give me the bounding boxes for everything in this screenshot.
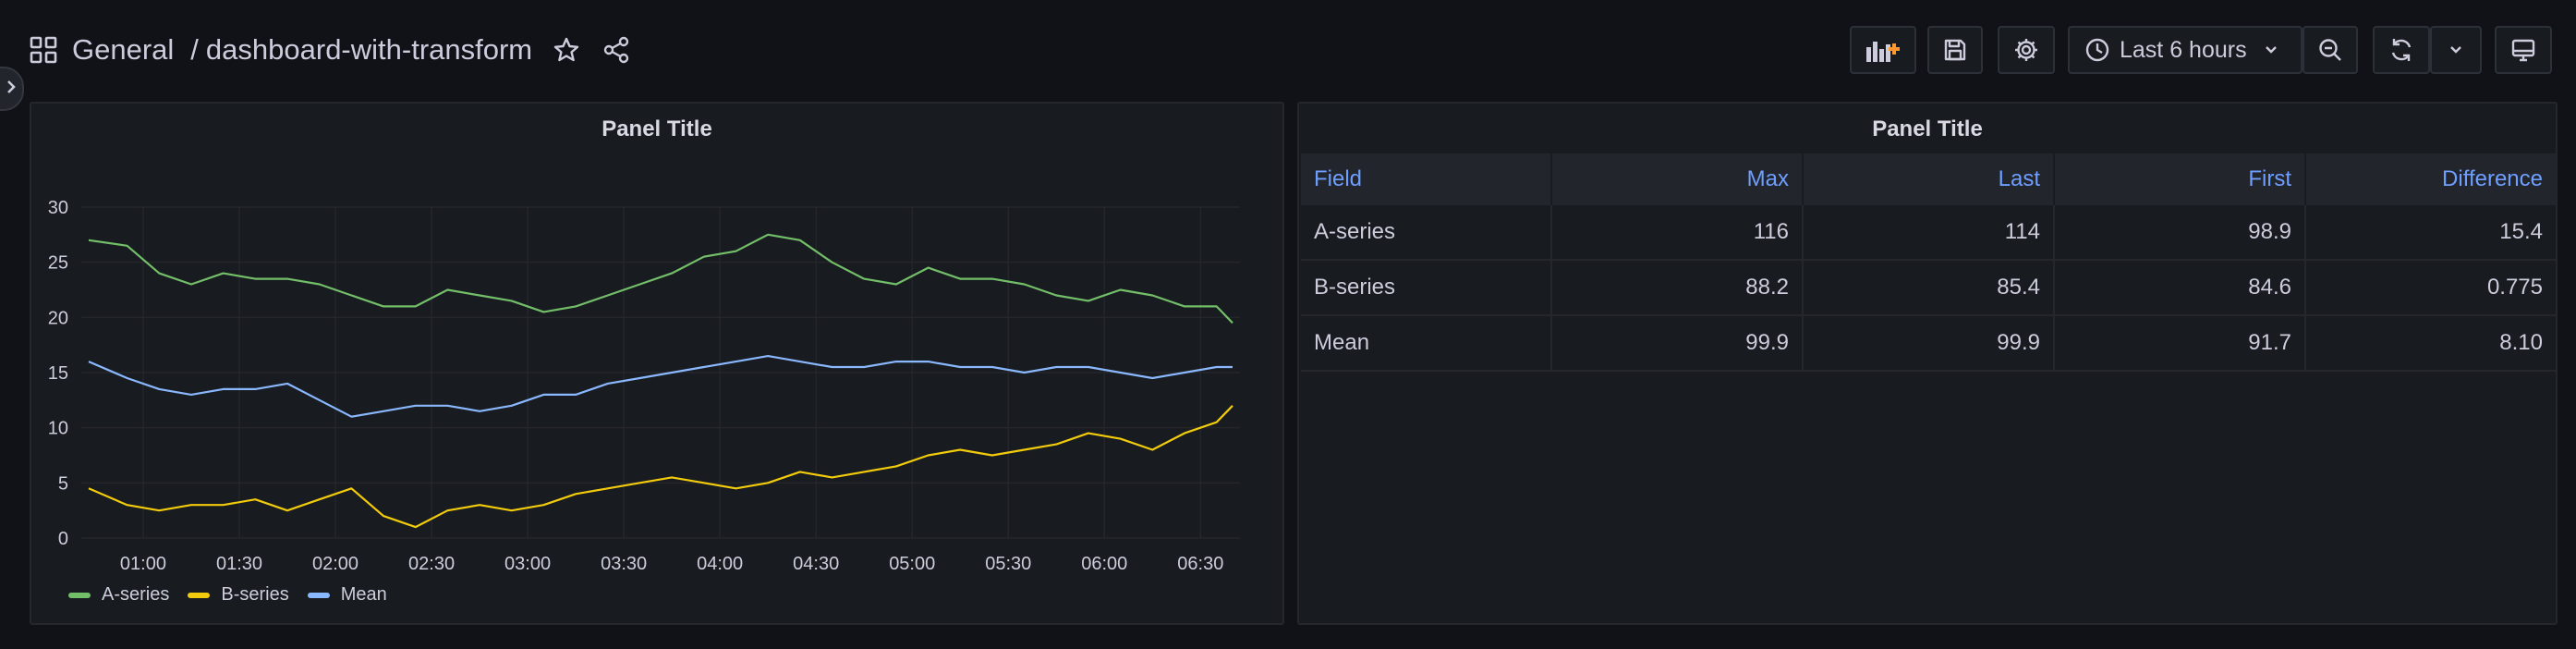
dashboard-title[interactable]: dashboard-with-transform [206, 33, 532, 67]
table-cell: 114 [1803, 205, 2055, 261]
table-cell: 84.6 [2054, 260, 2306, 316]
zoom-out-icon [2316, 36, 2344, 64]
zoom-out-button[interactable] [2303, 26, 2358, 74]
gear-icon [2012, 36, 2040, 64]
column-header-field[interactable]: Field [1301, 153, 1552, 205]
x-tick-label: 04:30 [793, 554, 839, 574]
legend-label: Mean [340, 584, 387, 605]
table-cell: 88.2 [1551, 260, 1804, 316]
panel-title[interactable]: Panel Title [1299, 116, 2556, 142]
table-cell: 8.10 [2305, 315, 2556, 372]
add-panel-icon [1863, 34, 1903, 66]
breadcrumb-folder-link[interactable]: General [72, 33, 174, 67]
y-tick-label: 5 [58, 473, 68, 494]
table-cell: Mean [1301, 315, 1552, 372]
y-tick-label: 25 [48, 253, 68, 274]
table-cell: 99.9 [1803, 315, 2055, 372]
stats-table: Field Max Last First Difference A-series… [1301, 153, 2556, 372]
breadcrumb-separator: / [190, 33, 199, 66]
clock-icon [2084, 37, 2110, 63]
table-cell: 15.4 [2305, 205, 2556, 261]
legend-label: A-series [102, 584, 170, 605]
x-tick-label: 03:30 [601, 554, 647, 574]
tv-mode-button[interactable] [2495, 26, 2552, 74]
table-cell: 116 [1551, 205, 1804, 261]
column-header-max[interactable]: Max [1551, 153, 1804, 205]
legend-item-mean[interactable]: Mean [307, 584, 387, 606]
chevron-down-icon [2262, 41, 2280, 59]
column-header-last[interactable]: Last [1803, 153, 2055, 205]
time-series-panel[interactable]: Panel Title 0 5 10 15 20 25 30 01:00 01:30 02:00… [30, 102, 1284, 625]
mean-line[interactable] [88, 355, 1233, 418]
y-tick-label: 15 [48, 363, 68, 384]
table-row: A-series 116 114 98.9 15.4 [1301, 205, 2556, 261]
table-cell: 0.775 [2305, 260, 2556, 316]
legend-swatch [68, 592, 91, 598]
breadcrumb: General / dashboard-with-transform [28, 30, 632, 70]
table-row: B-series 88.2 85.4 84.6 0.775 [1301, 260, 2556, 316]
x-tick-label: 01:00 [120, 554, 166, 574]
column-header-first[interactable]: First [2054, 153, 2306, 205]
dashboard-grid-icon[interactable] [28, 34, 59, 66]
chart-legend: A-series B-series Mean [68, 584, 406, 606]
table-cell: 99.9 [1551, 315, 1804, 372]
refresh-interval-dropdown[interactable] [2430, 26, 2482, 74]
dashboard-navbar: General / dashboard-with-transform Last … [0, 0, 2576, 96]
a-series-line[interactable] [88, 233, 1233, 324]
x-tick-label: 05:00 [889, 554, 935, 574]
x-tick-label: 02:30 [408, 554, 455, 574]
table-row: Mean 99.9 99.9 91.7 8.10 [1301, 315, 2556, 372]
legend-swatch [307, 592, 330, 598]
chevron-right-icon [6, 78, 22, 101]
legend-swatch [188, 592, 211, 598]
chevron-down-icon [2447, 41, 2465, 59]
table-header-row: Field Max Last First Difference [1301, 153, 2556, 205]
legend-item-a-series[interactable]: A-series [68, 584, 169, 606]
x-tick-label: 04:00 [697, 554, 743, 574]
x-tick-label: 03:00 [504, 554, 551, 574]
panel-title[interactable]: Panel Title [31, 116, 1282, 142]
refresh-icon [2388, 36, 2415, 64]
x-tick-label: 01:30 [216, 554, 262, 574]
b-series-line[interactable] [88, 405, 1233, 529]
column-header-difference[interactable]: Difference [2305, 153, 2556, 205]
legend-label: B-series [221, 584, 289, 605]
tv-icon [2509, 36, 2537, 64]
time-range-label: Last 6 hours [2120, 36, 2247, 63]
table-cell: B-series [1301, 260, 1552, 316]
x-tick-label: 06:30 [1177, 554, 1223, 574]
share-icon[interactable] [601, 34, 632, 66]
x-tick-label: 05:30 [985, 554, 1031, 574]
time-range-picker[interactable]: Last 6 hours [2068, 26, 2303, 74]
dashboard-settings-button[interactable] [1998, 26, 2055, 74]
legend-item-b-series[interactable]: B-series [188, 584, 289, 606]
table-cell: A-series [1301, 205, 1552, 261]
time-series-chart: 0 5 10 15 20 25 30 01:00 01:30 02:00 02:30 03:00 03… [48, 198, 1240, 574]
table-cell: 85.4 [1803, 260, 2055, 316]
x-tick-label: 06:00 [1081, 554, 1127, 574]
x-tick-label: 02:00 [312, 554, 358, 574]
y-tick-label: 30 [48, 198, 68, 218]
y-tick-label: 20 [48, 308, 68, 328]
y-tick-label: 10 [48, 419, 68, 439]
refresh-button[interactable] [2373, 26, 2430, 74]
y-tick-label: 0 [58, 529, 68, 549]
star-icon[interactable] [551, 34, 582, 66]
table-panel[interactable]: Panel Title Field Max Last First Differe… [1297, 102, 2558, 625]
save-dashboard-button[interactable] [1927, 26, 1983, 74]
add-panel-button[interactable] [1850, 26, 1916, 74]
table-cell: 98.9 [2054, 205, 2306, 261]
table-cell: 91.7 [2054, 315, 2306, 372]
save-icon [1941, 36, 1969, 64]
